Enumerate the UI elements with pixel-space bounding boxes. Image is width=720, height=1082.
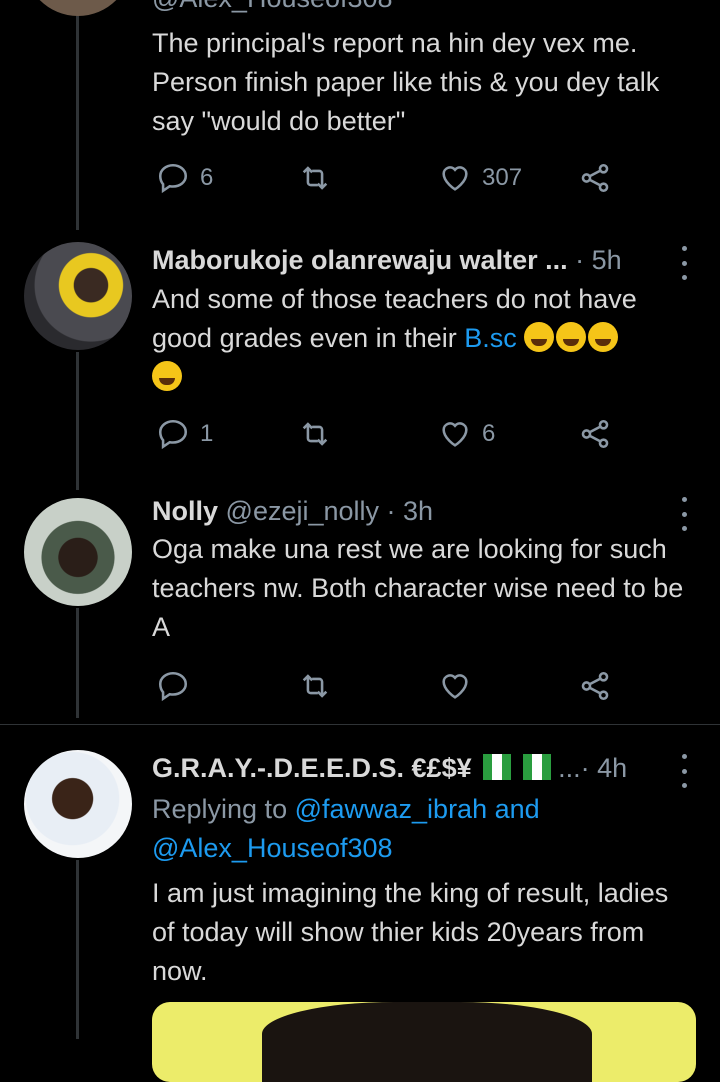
tweet-actions (152, 666, 696, 706)
tweet-actions: 6 307 (152, 158, 696, 198)
reply-button[interactable]: 1 (156, 414, 213, 454)
reply-button[interactable] (156, 666, 190, 706)
reply-icon (158, 671, 188, 702)
tweet-text: And some of those teachers do not have g… (152, 280, 696, 397)
retweet-icon (302, 166, 328, 190)
reply-icon (158, 163, 188, 194)
tweet-text: I am just imagining the king of result, … (152, 878, 669, 986)
share-button[interactable] (578, 666, 612, 706)
display-name[interactable]: Maborukoje olanrewaju walter ... (152, 245, 568, 275)
reply-count: 6 (200, 164, 214, 191)
media-photo-subject (262, 1002, 592, 1082)
heart-icon (442, 422, 468, 447)
tweet-header: Maborukoje olanrewaju walter ... · 5h (152, 240, 696, 280)
mention-link[interactable]: @Alex_Houseof308 (152, 833, 393, 863)
tweet-media-image[interactable] (152, 1002, 696, 1082)
tweet-time: · 5h (575, 245, 622, 275)
avatar[interactable] (24, 242, 132, 350)
like-button[interactable]: 307 (438, 158, 522, 198)
thread-line (76, 860, 79, 1039)
share-icon (581, 419, 609, 449)
reply-count: 1 (200, 420, 214, 447)
share-icon (581, 671, 609, 701)
laughing-emoji-icon (556, 322, 587, 352)
reply-icon (158, 419, 188, 450)
more-options-icon[interactable] (672, 497, 696, 531)
more-options-icon[interactable] (672, 754, 696, 788)
tweet-time: ...· 4h (558, 753, 628, 783)
share-button[interactable] (578, 158, 612, 198)
reply-button[interactable]: 6 (156, 158, 213, 198)
heart-icon (442, 674, 468, 699)
tweet-header: Nolly @ezeji_nolly · 3h (152, 491, 696, 531)
laughing-emoji-icon (524, 322, 555, 352)
tweet-time: · 3h (386, 496, 434, 526)
retweet-button[interactable] (298, 158, 332, 198)
tweet-header: G.R.A.Y.-.D.E.E.D.S. €£$¥ ...· 4h (152, 748, 696, 788)
like-count: 307 (482, 164, 523, 191)
like-count: 6 (482, 420, 496, 447)
nigeria-flag-icon (483, 754, 512, 780)
replying-to: Replying to @fawwaz_ibrah and @Alex_Hous… (152, 790, 696, 868)
thread-line (76, 352, 79, 490)
retweet-icon (302, 422, 328, 446)
rofl-emoji-icon (588, 322, 619, 352)
like-button[interactable]: 6 (438, 414, 495, 454)
retweet-button[interactable] (298, 666, 332, 706)
mention-link[interactable]: @fawwaz_ibrah (295, 794, 488, 824)
nigeria-flag-icon (522, 754, 551, 780)
rofl-emoji-icon (152, 361, 182, 391)
avatar[interactable] (24, 498, 132, 606)
avatar[interactable] (24, 750, 132, 858)
retweet-button[interactable] (298, 414, 332, 454)
avatar[interactable] (24, 0, 132, 16)
like-button[interactable] (438, 666, 472, 706)
more-options-icon[interactable] (672, 246, 696, 280)
tweet-handle[interactable]: @ezeji_nolly (226, 496, 379, 526)
display-name[interactable]: G.R.A.Y.-.D.E.E.D.S. €£$¥ (152, 753, 472, 783)
retweet-icon (302, 674, 328, 698)
tweet-handle: @Alex_Houseof308 (152, 0, 696, 18)
display-name[interactable]: Nolly (152, 496, 218, 526)
thread-line (76, 0, 79, 230)
share-button[interactable] (578, 414, 612, 454)
replying-label: Replying to (152, 794, 295, 824)
reply-and-label: and (487, 794, 540, 824)
heart-icon (442, 166, 468, 191)
tweet-text: Oga make una rest we are looking for suc… (152, 534, 684, 642)
link[interactable]: B.sc (464, 323, 517, 353)
share-icon (581, 163, 609, 193)
thread-line (76, 608, 79, 718)
tweet-actions: 1 6 (152, 414, 696, 454)
tweet-text: The principal's report na hin dey vex me… (152, 28, 660, 136)
divider (0, 724, 720, 725)
